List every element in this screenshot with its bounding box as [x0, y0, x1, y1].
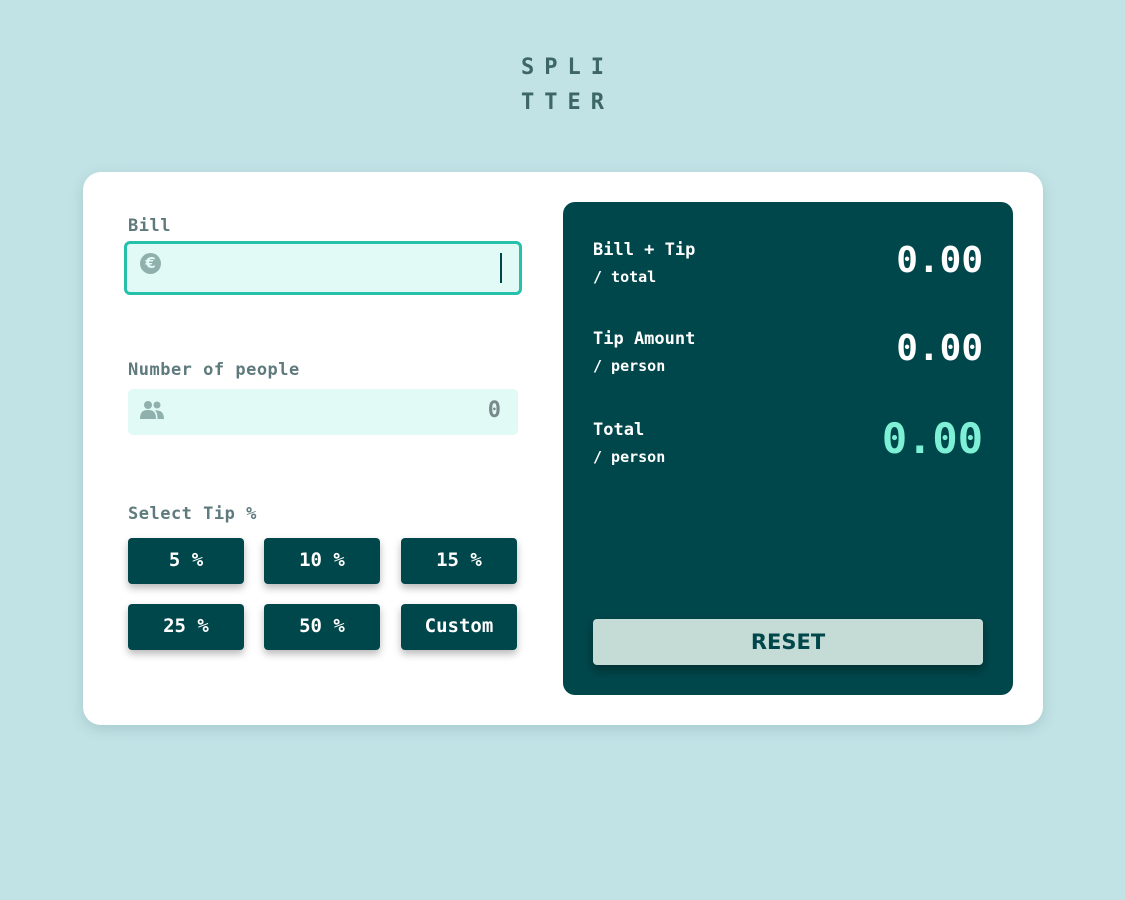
bill-tip-value: 0.00: [896, 240, 983, 281]
calculator-card: Bill € Number of people 0 Select Tip % 5…: [83, 172, 1043, 725]
text-cursor: [500, 253, 502, 283]
people-value: 0: [487, 398, 501, 423]
tip-50-button[interactable]: 50 %: [264, 604, 380, 650]
tip-25-button[interactable]: 25 %: [128, 604, 244, 650]
tip-amount-value: 0.00: [896, 328, 983, 369]
tip-15-button[interactable]: 15 %: [401, 538, 517, 584]
euro-icon: €: [140, 253, 161, 274]
people-icon: [140, 401, 164, 419]
app-logo: SPLI TTER: [0, 50, 1125, 120]
total-label: Total: [593, 420, 645, 440]
total-sub: / person: [593, 448, 666, 466]
logo-line-1: SPLI: [521, 55, 614, 80]
bill-input[interactable]: [171, 252, 475, 284]
people-label: Number of people: [128, 360, 300, 380]
bill-label: Bill: [128, 216, 171, 236]
tip-custom-button[interactable]: Custom: [401, 604, 517, 650]
tip-10-button[interactable]: 10 %: [264, 538, 380, 584]
tip-amount-label: Tip Amount: [593, 329, 696, 349]
tip-amount-sub: / person: [593, 357, 666, 375]
people-input[interactable]: 0: [128, 389, 518, 435]
total-value: 0.00: [881, 414, 983, 463]
tip-label: Select Tip %: [128, 504, 257, 524]
logo-line-2: TTER: [521, 90, 614, 115]
bill-tip-sub: / total: [593, 268, 657, 286]
results-panel: Bill + Tip / total 0.00 Tip Amount / per…: [563, 202, 1013, 695]
tip-5-button[interactable]: 5 %: [128, 538, 244, 584]
bill-tip-label: Bill + Tip: [593, 240, 696, 260]
bill-field[interactable]: €: [124, 241, 522, 295]
reset-button[interactable]: RESET: [593, 619, 983, 665]
